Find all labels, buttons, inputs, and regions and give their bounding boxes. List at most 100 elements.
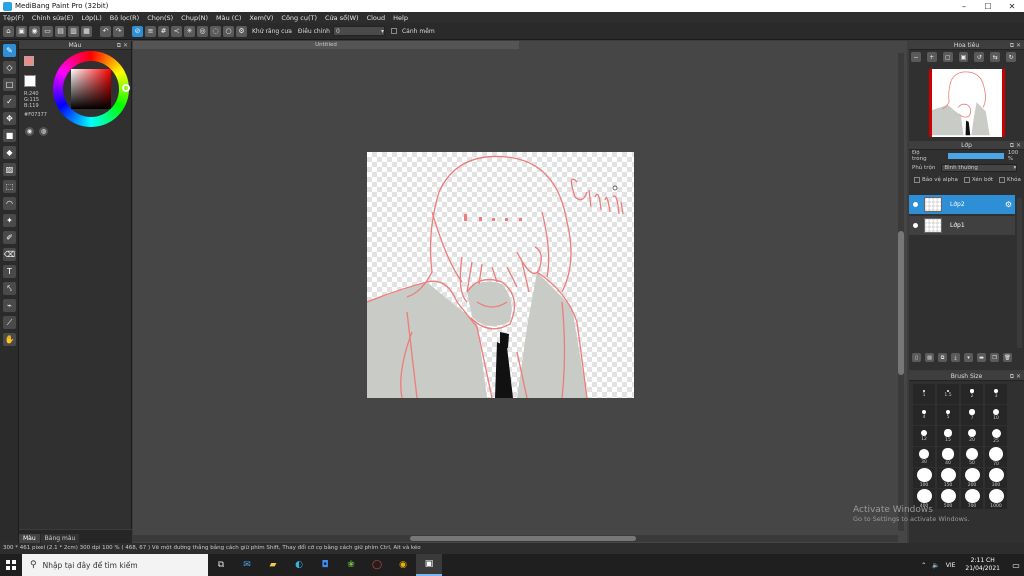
antialias-label[interactable]: Khử răng cưa: [252, 28, 292, 35]
chevron-up-icon[interactable]: ⌃: [921, 562, 926, 569]
gradient-tool-icon[interactable]: ▨: [3, 163, 16, 176]
message-icon[interactable]: ▭: [42, 25, 53, 37]
brush-size-option[interactable]: 20: [961, 426, 983, 446]
lasso-tool-icon[interactable]: ◠: [3, 197, 16, 210]
vertical-scroll-thumb[interactable]: [898, 231, 904, 375]
horizontal-scrollbar[interactable]: [133, 535, 898, 542]
layer-menu-icon[interactable]: ▾: [964, 353, 973, 362]
folder-icon[interactable]: ▬: [977, 353, 986, 362]
layer-scrollbar[interactable]: [1017, 198, 1022, 348]
layer-item[interactable]: Lớp2 ⚙: [909, 195, 1015, 214]
visibility-eye-icon[interactable]: [913, 202, 918, 207]
maximize-button[interactable]: ☐: [976, 2, 1000, 11]
panel-close-icon[interactable]: ⧉ ✕: [1010, 141, 1021, 150]
menu-tools[interactable]: Công cụ(T): [281, 14, 317, 22]
merge-layer-icon[interactable]: ⤓: [951, 353, 960, 362]
brush-tool-icon[interactable]: ✎: [3, 44, 16, 57]
brush-size-option[interactable]: 150: [937, 468, 959, 488]
notification-icon[interactable]: ▭: [1008, 561, 1024, 570]
close-button[interactable]: ✕: [1000, 2, 1024, 11]
zoom-icon[interactable]: ◘: [312, 554, 338, 576]
copy-layer-icon[interactable]: ⧉: [938, 353, 947, 362]
gear-icon[interactable]: ⚙: [1005, 200, 1012, 209]
grid-toggle-icon[interactable]: ▦: [81, 25, 92, 37]
hand-tool-icon[interactable]: ✋: [3, 333, 16, 346]
tab-palette[interactable]: Bảng màu: [40, 534, 80, 543]
panel-icon[interactable]: ▥: [68, 25, 79, 37]
bucket-tool-icon[interactable]: ◆: [3, 146, 16, 159]
brush-size-option[interactable]: 1.5: [937, 384, 959, 404]
snap-circle-icon[interactable]: ◎: [197, 25, 208, 37]
frame-divider-icon[interactable]: ⟋: [3, 316, 16, 329]
chat-icon[interactable]: ◉: [29, 25, 40, 37]
layer-settings-icon[interactable]: ❐: [990, 353, 999, 362]
menu-color[interactable]: Màu (C): [216, 14, 241, 22]
magic-wand-icon[interactable]: ✦: [3, 214, 16, 227]
horizontal-scroll-thumb[interactable]: [410, 536, 636, 541]
tab-color[interactable]: Màu: [19, 534, 40, 543]
move-tool-icon[interactable]: ✥: [3, 112, 16, 125]
lock-checkbox[interactable]: [999, 177, 1006, 183]
hue-wheel[interactable]: [53, 51, 130, 127]
edge-icon[interactable]: ◐: [286, 554, 312, 576]
undo-icon[interactable]: ↶: [100, 25, 111, 37]
opacity-slider[interactable]: [948, 153, 1004, 159]
brush-size-option[interactable]: 12: [913, 426, 935, 446]
brush-size-option[interactable]: 4: [913, 405, 935, 425]
new-layer-icon[interactable]: ▯: [912, 353, 921, 362]
menu-select[interactable]: Chọn(S): [147, 14, 173, 22]
brush-size-option[interactable]: 100: [913, 468, 935, 488]
clipping-checkbox[interactable]: [963, 177, 970, 183]
snap-radial-icon[interactable]: ✳: [184, 25, 195, 37]
medibang-task-icon[interactable]: ▣: [416, 554, 442, 576]
opera-icon[interactable]: ◯: [364, 554, 390, 576]
menu-edit[interactable]: Chỉnh sửa(E): [32, 14, 73, 22]
drawing-canvas[interactable]: [367, 152, 634, 398]
menu-layer[interactable]: Lớp(L): [81, 14, 101, 22]
hex-value[interactable]: #F07377: [24, 112, 47, 118]
clock[interactable]: 2:11 CH 21/04/2021: [965, 557, 1000, 573]
select-move-icon[interactable]: ✓: [3, 95, 16, 108]
menu-window[interactable]: Cửa sổ(W): [325, 14, 359, 22]
flip-icon[interactable]: ⇆: [990, 52, 1001, 62]
taskbar-search[interactable]: ⚲ Nhập tại đây để tìm kiếm: [22, 554, 208, 576]
brush-size-option[interactable]: 5: [937, 405, 959, 425]
eyedropper-icon[interactable]: ⌁: [3, 299, 16, 312]
vertical-scrollbar[interactable]: [898, 53, 904, 531]
mail-icon[interactable]: ✉: [234, 554, 260, 576]
brush-size-option[interactable]: 7: [961, 405, 983, 425]
panel-close-icon[interactable]: ⧉ ✕: [117, 41, 128, 50]
document-tab[interactable]: Untitled: [133, 41, 519, 49]
menu-snap[interactable]: Chụp(N): [181, 14, 208, 22]
fit-icon[interactable]: ▢: [942, 52, 953, 62]
saturation-square[interactable]: [71, 69, 111, 109]
navigator-preview[interactable]: [929, 69, 1005, 137]
app-icon-green[interactable]: ❀: [338, 554, 364, 576]
snap-curve-icon[interactable]: ◌: [210, 25, 221, 37]
brush-size-option[interactable]: 40: [937, 447, 959, 467]
transparent-color-swatch[interactable]: [24, 75, 36, 87]
language-indicator[interactable]: VIE: [946, 562, 956, 569]
save-icon[interactable]: ▣: [16, 25, 27, 37]
brush-size-option[interactable]: 25: [985, 426, 1007, 446]
blend-select[interactable]: Bình thường ▾: [941, 164, 1018, 172]
select-eraser-icon[interactable]: ⌫: [3, 248, 16, 261]
layer-item[interactable]: Lớp1: [909, 216, 1015, 235]
operation-tool-icon[interactable]: ⤣: [3, 282, 16, 295]
zoom-out-icon[interactable]: −: [911, 52, 921, 62]
brush-size-option[interactable]: 200: [961, 468, 983, 488]
brush-size-option[interactable]: 2: [961, 384, 983, 404]
brush-size-option[interactable]: 50: [961, 447, 983, 467]
snap-vanish-icon[interactable]: ≺: [171, 25, 182, 37]
color-options-icon[interactable]: ◍: [39, 127, 48, 136]
menu-help[interactable]: Help: [393, 14, 408, 22]
fill-shape-icon[interactable]: ■: [3, 129, 16, 142]
foreground-color-swatch[interactable]: [24, 56, 34, 66]
minimize-button[interactable]: –: [952, 2, 976, 11]
export-icon[interactable]: ▤: [55, 25, 66, 37]
zoom-in-icon[interactable]: +: [926, 52, 937, 62]
menu-cloud[interactable]: Cloud: [367, 14, 386, 22]
brush-size-option[interactable]: 1: [913, 384, 935, 404]
eraser-tool-icon[interactable]: ◇: [3, 61, 16, 74]
delete-layer-icon[interactable]: 🗑: [1003, 353, 1012, 362]
